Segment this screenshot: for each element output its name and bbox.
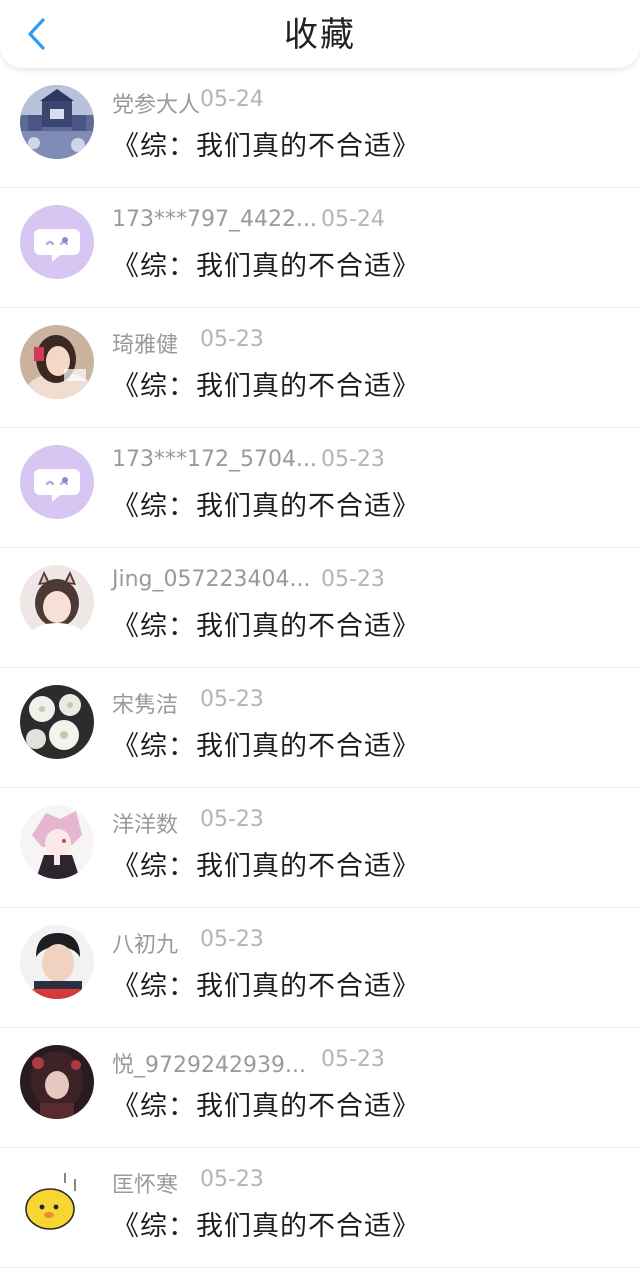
default-chat-bubble-avatar[interactable]	[20, 445, 94, 519]
dark-anime-girl-avatar[interactable]	[20, 1045, 94, 1119]
book-title: 《综：我们真的不合适》	[112, 1211, 420, 1242]
item-meta: Jing_057223404... 05-23	[112, 567, 385, 595]
book-title: 《综：我们真的不合适》	[112, 1091, 420, 1122]
list-item[interactable]: 匡怀寒 05-23 《综：我们真的不合适》	[0, 1148, 640, 1268]
book-title: 《综：我们真的不合适》	[112, 971, 420, 1002]
favorites-list: 党参大人 05-24 《综：我们真的不合适》 173***797_4422... 05…	[0, 68, 640, 1268]
post-date: 05-24	[321, 207, 385, 232]
book-title: 《综：我们真的不合适》	[112, 131, 420, 162]
list-item[interactable]: 悦_9729242939... 05-23 《综：我们真的不合适》	[0, 1028, 640, 1148]
user-name: 宋隽洁	[112, 693, 179, 718]
list-item[interactable]: Jing_057223404... 05-23 《综：我们真的不合适》	[0, 548, 640, 668]
item-meta: 匡怀寒 05-23	[112, 1167, 264, 1198]
user-name: 悦_9729242939...	[112, 1053, 306, 1078]
book-title: 《综：我们真的不合适》	[112, 731, 420, 762]
castle-scene-avatar[interactable]	[20, 85, 94, 159]
post-date: 05-23	[200, 1167, 264, 1192]
book-title: 《综：我们真的不合适》	[112, 251, 420, 282]
list-item[interactable]: 宋隽洁 05-23 《综：我们真的不合适》	[0, 668, 640, 788]
post-date: 05-23	[200, 927, 264, 952]
yellow-cartoon-avatar[interactable]	[20, 1165, 94, 1239]
post-date: 05-23	[200, 807, 264, 832]
item-meta: 洋洋数 05-23	[112, 807, 264, 838]
item-meta: 173***797_4422... 05-24	[112, 207, 385, 235]
list-item[interactable]: 173***797_4422... 05-24 《综：我们真的不合适》	[0, 188, 640, 308]
list-item[interactable]: 琦雅健 05-23 《综：我们真的不合适》	[0, 308, 640, 428]
post-date: 05-24	[200, 87, 264, 112]
user-name: 八初九	[112, 933, 179, 958]
top-nav-bar: 收藏	[0, 0, 640, 68]
girl-portrait-avatar[interactable]	[20, 325, 94, 399]
post-date: 05-23	[321, 447, 385, 472]
page-title: 收藏	[284, 15, 356, 55]
book-title: 《综：我们真的不合适》	[112, 371, 420, 402]
item-meta: 悦_9729242939... 05-23	[112, 1047, 385, 1078]
user-name: 173***172_5704...	[112, 447, 317, 472]
book-title: 《综：我们真的不合适》	[112, 611, 420, 642]
anime-pink-hair-avatar[interactable]	[20, 805, 94, 879]
post-date: 05-23	[200, 687, 264, 712]
boy-portrait-avatar[interactable]	[20, 925, 94, 999]
user-name: 匡怀寒	[112, 1173, 179, 1198]
user-name: 173***797_4422...	[112, 207, 317, 232]
item-meta: 173***172_5704... 05-23	[112, 447, 385, 475]
user-name: 党参大人	[112, 93, 201, 118]
list-item[interactable]: 173***172_5704... 05-23 《综：我们真的不合适》	[0, 428, 640, 548]
book-title: 《综：我们真的不合适》	[112, 491, 420, 522]
book-title: 《综：我们真的不合适》	[112, 851, 420, 882]
post-date: 05-23	[200, 327, 264, 352]
user-name: 洋洋数	[112, 813, 179, 838]
item-meta: 八初九 05-23	[112, 927, 264, 958]
post-date: 05-23	[321, 567, 385, 592]
item-meta: 宋隽洁 05-23	[112, 687, 264, 718]
list-item[interactable]: 党参大人 05-24 《综：我们真的不合适》	[0, 68, 640, 188]
girl-with-cat-ears-avatar[interactable]	[20, 565, 94, 639]
user-name: 琦雅健	[112, 333, 179, 358]
item-meta: 党参大人 05-24	[112, 87, 264, 118]
user-name: Jing_057223404...	[112, 567, 311, 592]
white-flowers-avatar[interactable]	[20, 685, 94, 759]
list-item[interactable]: 洋洋数 05-23 《综：我们真的不合适》	[0, 788, 640, 908]
item-meta: 琦雅健 05-23	[112, 327, 264, 358]
row-divider	[0, 1267, 640, 1268]
post-date: 05-23	[321, 1047, 385, 1072]
default-chat-bubble-avatar[interactable]	[20, 205, 94, 279]
list-item[interactable]: 八初九 05-23 《综：我们真的不合适》	[0, 908, 640, 1028]
